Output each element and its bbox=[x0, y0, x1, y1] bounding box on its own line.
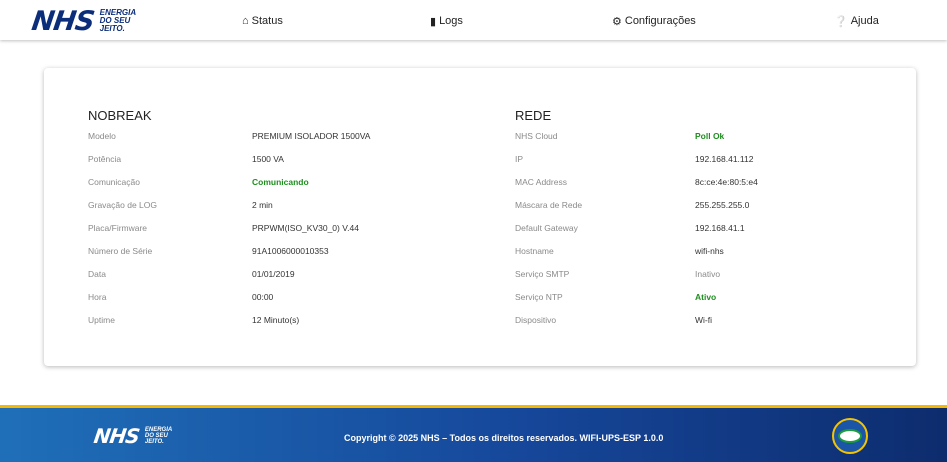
rede-value-mac-address: 8c:ce:4e:80:5:e4 bbox=[695, 177, 758, 187]
nobreak-label-hora: Hora bbox=[88, 292, 107, 302]
footer-logo: NHS ENERGIA DO SEU JEITO. bbox=[92, 424, 173, 448]
nobreak-title: NOBREAK bbox=[88, 108, 152, 123]
logo-mark: NHS bbox=[29, 5, 96, 37]
rede-label-nhs-cloud: NHS Cloud bbox=[515, 131, 558, 141]
nobreak-label-data: Data bbox=[88, 269, 106, 279]
rede-label-ip: IP bbox=[515, 154, 524, 164]
nobreak-value-placa-firmware: PRPWM(ISO_KV30_0) V.44 bbox=[252, 223, 359, 233]
rede-value-mascara: 255.255.255.0 bbox=[695, 200, 750, 210]
rede-label-gateway: Default Gateway bbox=[515, 223, 578, 233]
nav-ajuda-label: Ajuda bbox=[850, 15, 879, 27]
question-icon: ❔ bbox=[834, 15, 848, 28]
nobreak-label-numero-serie: Número de Série bbox=[88, 246, 153, 256]
top-navbar: NHS ENERGIA DO SEU JEITO. ⌂ Status ▮ Log… bbox=[0, 0, 947, 40]
rede-value-smtp: Inativo bbox=[695, 269, 721, 279]
nobreak-label-placa-firmware: Placa/Firmware bbox=[88, 223, 148, 233]
nav-logs-label: Logs bbox=[439, 15, 463, 27]
nobreak-value-numero-serie: 91A1006000010353 bbox=[252, 246, 329, 256]
footer: NHS ENERGIA DO SEU JEITO. Copyright © 20… bbox=[0, 408, 947, 462]
footer-logo-tagline: ENERGIA DO SEU JEITO. bbox=[144, 427, 173, 445]
nav-status-label: Status bbox=[251, 15, 283, 27]
nobreak-value-hora: 00:00 bbox=[252, 292, 274, 302]
technology-seal-icon bbox=[832, 418, 868, 454]
nav-configuracoes[interactable]: ⚙ Configurações bbox=[612, 14, 696, 28]
gears-icon: ⚙ bbox=[612, 15, 622, 28]
nobreak-value-data: 01/01/2019 bbox=[252, 269, 295, 279]
nobreak-label-modelo: Modelo bbox=[88, 131, 116, 141]
rede-value-dispositivo: Wi-fi bbox=[695, 315, 712, 325]
rede-value-nhs-cloud: Poll Ok bbox=[695, 131, 725, 141]
nobreak-value-gravacao-log: 2 min bbox=[252, 200, 273, 210]
nobreak-value-uptime: 12 Minuto(s) bbox=[252, 315, 300, 325]
rede-label-smtp: Serviço SMTP bbox=[515, 269, 570, 279]
nobreak-label-comunicacao: Comunicação bbox=[88, 177, 140, 187]
nobreak-value-modelo: PREMIUM ISOLADOR 1500VA bbox=[252, 131, 371, 141]
logo-tagline: ENERGIA DO SEU JEITO. bbox=[99, 8, 137, 33]
rede-value-ntp: Ativo bbox=[695, 292, 717, 302]
rede-label-mascara: Máscara de Rede bbox=[515, 200, 583, 210]
nobreak-label-gravacao-log: Gravação de LOG bbox=[88, 200, 157, 210]
footer-logo-mark: NHS bbox=[92, 424, 141, 448]
copyright-text: Copyright © 2025 NHS – Todos os direitos… bbox=[344, 433, 664, 443]
nav-status[interactable]: ⌂ Status bbox=[242, 14, 283, 28]
nhs-logo[interactable]: NHS ENERGIA DO SEU JEITO. bbox=[29, 5, 137, 37]
status-card: NOBREAK REDE Modelo PREMIUM ISOLADOR 150… bbox=[44, 68, 916, 366]
nav-ajuda[interactable]: ❔ Ajuda bbox=[834, 14, 879, 28]
nobreak-value-comunicacao: Comunicando bbox=[252, 177, 309, 187]
rede-title: REDE bbox=[515, 108, 552, 123]
rede-value-gateway: 192.168.41.1 bbox=[695, 223, 745, 233]
nobreak-label-potencia: Potência bbox=[88, 154, 122, 164]
file-icon: ▮ bbox=[430, 15, 437, 28]
rede-label-hostname: Hostname bbox=[515, 246, 554, 256]
nobreak-value-potencia: 1500 VA bbox=[252, 154, 284, 164]
nobreak-label-uptime: Uptime bbox=[88, 315, 115, 325]
rede-label-ntp: Serviço NTP bbox=[515, 292, 563, 302]
home-icon: ⌂ bbox=[242, 15, 249, 27]
rede-label-dispositivo: Dispositivo bbox=[515, 315, 557, 325]
rede-value-ip: 192.168.41.112 bbox=[695, 154, 754, 164]
rede-label-mac-address: MAC Address bbox=[515, 177, 567, 187]
nav-logs[interactable]: ▮ Logs bbox=[430, 14, 463, 28]
nav-configuracoes-label: Configurações bbox=[624, 15, 696, 27]
rede-value-hostname: wifi-nhs bbox=[695, 246, 724, 256]
